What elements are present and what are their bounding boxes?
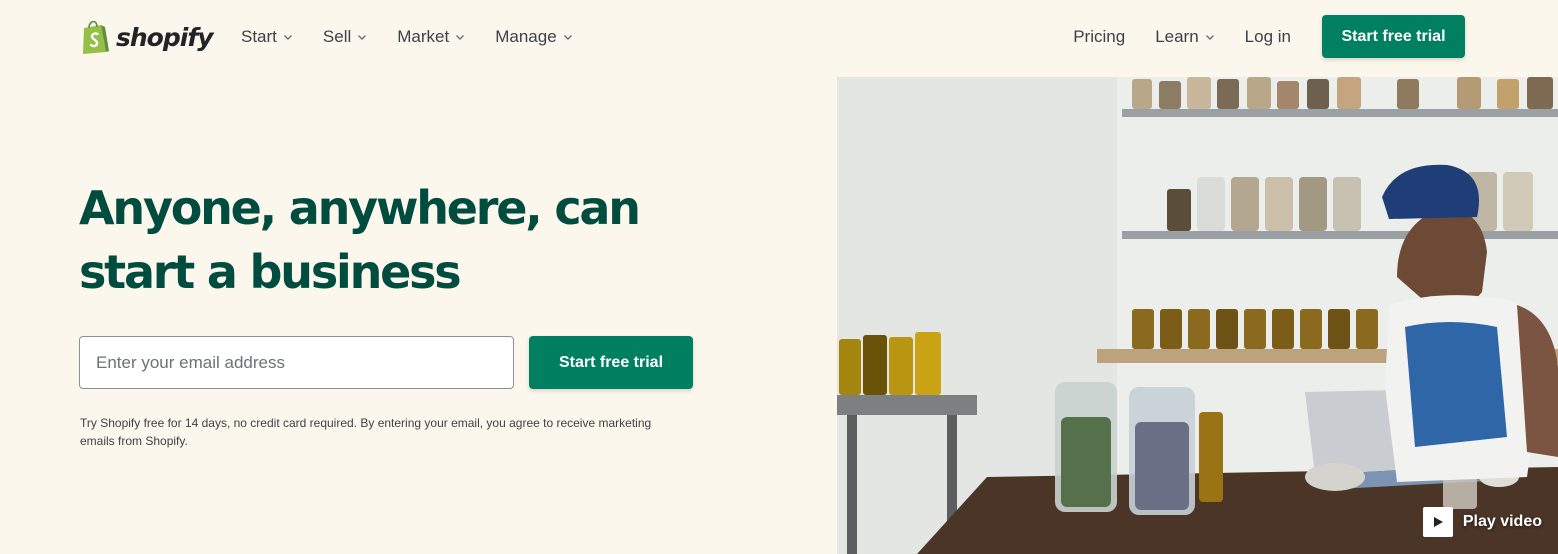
nav-start-label: Start xyxy=(241,27,277,46)
hero-photo: Play video xyxy=(837,77,1558,554)
nav-sell-label: Sell xyxy=(322,27,352,46)
nav-sell[interactable]: Sell xyxy=(323,26,367,48)
chevron-down-icon xyxy=(456,35,465,40)
nav-manage-label: Manage xyxy=(495,27,557,46)
nav-start[interactable]: Start xyxy=(241,26,293,48)
play-video-button[interactable]: Play video xyxy=(1422,507,1542,537)
trial-disclaimer: Try Shopify free for 14 days, no credit … xyxy=(80,416,652,448)
nav-manage[interactable]: Manage xyxy=(495,26,572,48)
shopify-bag-icon xyxy=(83,20,109,54)
logo-wordmark: shopify xyxy=(116,22,213,52)
shopify-logo[interactable]: shopify xyxy=(80,18,213,56)
shop-scene-illustration xyxy=(837,77,1558,554)
site-header: shopify Start Sell Market Manage Pricing… xyxy=(0,0,1558,76)
hero-title: Anyone, anywhere, can start a business xyxy=(79,181,641,299)
email-input[interactable] xyxy=(79,336,514,389)
nav-login[interactable]: Log in xyxy=(1245,26,1291,48)
signup-form: Start free trial xyxy=(79,336,693,389)
nav-learn[interactable]: Learn xyxy=(1155,26,1214,48)
nav-pricing[interactable]: Pricing xyxy=(1073,26,1125,48)
nav-pricing-label: Pricing xyxy=(1073,26,1126,46)
chevron-down-icon xyxy=(1205,34,1214,40)
chevron-down-icon xyxy=(283,35,292,40)
play-video-label: Play video xyxy=(1462,513,1542,530)
chevron-down-icon xyxy=(358,35,367,40)
chevron-down-icon xyxy=(563,35,572,40)
secondary-nav: Pricing Learn Log in Start free trial xyxy=(1073,15,1465,58)
nav-login-label: Log in xyxy=(1244,26,1291,46)
nav-market[interactable]: Market xyxy=(397,26,465,48)
play-icon xyxy=(1422,507,1453,537)
nav-learn-label: Learn xyxy=(1155,26,1199,46)
primary-nav: Start Sell Market Manage xyxy=(241,26,603,48)
header-start-trial-button[interactable]: Start free trial xyxy=(1322,15,1465,58)
nav-market-label: Market xyxy=(397,27,450,46)
hero-start-trial-button[interactable]: Start free trial xyxy=(529,336,693,389)
